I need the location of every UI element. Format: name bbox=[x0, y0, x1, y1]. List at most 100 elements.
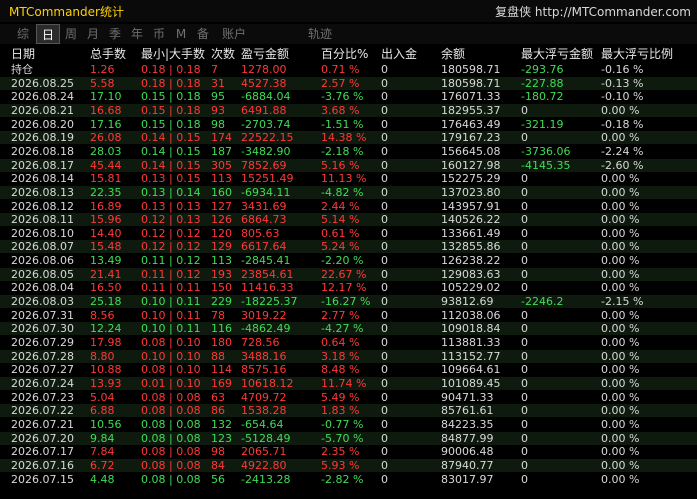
table-row[interactable]: 2026.08.12 16.89 0.13 | 0.13 127 3431.69 2.44… bbox=[0, 200, 697, 213]
tab-summary[interactable]: 综 bbox=[14, 24, 32, 44]
cell-float: 0 bbox=[521, 172, 528, 186]
tab-daily[interactable]: 日 bbox=[36, 24, 60, 44]
holding-row[interactable]: 持仓 1.26 0.18 | 0.18 7 1278.00 0.71 % 0 180598.7… bbox=[0, 63, 697, 76]
column-header[interactable]: 出入金 bbox=[381, 46, 417, 62]
table-row[interactable]: 2026.08.20 17.16 0.15 | 0.18 98 -2703.74 -1.5… bbox=[0, 118, 697, 131]
table-row[interactable]: 2026.08.13 22.35 0.13 | 0.14 160 -6934.11 -4.… bbox=[0, 185, 697, 199]
cell-lots: 12.24 bbox=[90, 322, 122, 336]
tab-account[interactable]: 账户 bbox=[218, 24, 250, 44]
cell-count: 187 bbox=[211, 144, 232, 158]
cell-dep: 0 bbox=[381, 281, 388, 295]
tab-yearly[interactable]: 年 bbox=[128, 24, 146, 44]
cell-lots: 16.50 bbox=[90, 281, 122, 295]
tab-quarterly[interactable]: 季 bbox=[106, 24, 124, 44]
cell-count: 98 bbox=[211, 445, 225, 459]
table-row[interactable]: 2026.08.21 16.68 0.15 | 0.18 93 6491.88 3.68 … bbox=[0, 103, 697, 117]
column-header[interactable]: 次数 bbox=[211, 46, 235, 62]
cell-minmax: 0.10 | 0.10 bbox=[141, 349, 201, 363]
cell-pct: 0.61 % bbox=[321, 226, 360, 240]
column-header[interactable]: 最大浮亏金额 bbox=[521, 46, 593, 62]
cell-dep: 0 bbox=[381, 349, 388, 363]
column-header[interactable]: 百分比% bbox=[321, 46, 368, 62]
cell-date: 2026.08.07 bbox=[11, 240, 74, 254]
cell-float: -180.72 bbox=[521, 90, 564, 104]
column-header[interactable]: 总手数 bbox=[90, 46, 126, 62]
table-row[interactable]: 2026.07.31 8.56 0.10 | 0.11 78 3019.22 2.77 %… bbox=[0, 309, 697, 322]
cell-float: 0 bbox=[521, 376, 528, 390]
cell-minmax: 0.15 | 0.18 bbox=[141, 90, 201, 104]
cell-lots: 17.16 bbox=[90, 117, 122, 131]
brand-link[interactable]: 复盘侠 http://MTCommander.com bbox=[495, 3, 691, 20]
cell-dep: 0 bbox=[381, 431, 388, 445]
cell-pct: 11.13 % bbox=[321, 172, 367, 186]
table-row[interactable]: 2026.08.18 28.03 0.14 | 0.15 187 -3482.90 -2.… bbox=[0, 145, 697, 158]
table-row[interactable]: 2026.08.14 15.81 0.13 | 0.15 113 15251.49 11.… bbox=[0, 172, 697, 185]
cell-pnl: -654.64 bbox=[241, 417, 284, 431]
table-row[interactable]: 2026.08.04 16.50 0.11 | 0.11 150 11416.33 12.… bbox=[0, 281, 697, 294]
cell-pct: -2.18 % bbox=[321, 144, 364, 158]
cell-float: 0 bbox=[521, 349, 528, 363]
cell-date: 2026.08.10 bbox=[11, 226, 74, 240]
cell-dep: 0 bbox=[381, 185, 388, 199]
table-row[interactable]: 2026.07.21 10.56 0.08 | 0.08 132 -654.64 -0.7… bbox=[0, 418, 697, 431]
cell-minmax: 0.15 | 0.18 bbox=[141, 103, 201, 117]
cell-pnl: -4862.49 bbox=[241, 322, 291, 336]
cell-float: 0 bbox=[521, 103, 528, 117]
table-row[interactable]: 2026.08.19 26.08 0.14 | 0.15 174 22522.15 14.… bbox=[0, 131, 697, 145]
table-row[interactable]: 2026.07.22 6.88 0.08 | 0.08 86 1538.28 1.83 %… bbox=[0, 404, 697, 418]
cell-floatpct: -0.10 % bbox=[601, 90, 644, 104]
cell-count: 98 bbox=[211, 117, 225, 131]
table-row[interactable]: 2026.07.24 13.93 0.01 | 0.10 169 10618.12 11.… bbox=[0, 376, 697, 390]
tab-weekly[interactable]: 周 bbox=[62, 24, 80, 44]
cell-bal: 113152.77 bbox=[441, 349, 501, 363]
table-row[interactable]: 2026.07.27 10.88 0.08 | 0.10 114 8575.16 8.48… bbox=[0, 363, 697, 376]
table-row[interactable]: 2026.08.03 25.18 0.10 | 0.11 229 -18225.37 -1… bbox=[0, 295, 697, 309]
table-row[interactable]: 2026.07.30 12.24 0.10 | 0.11 116 -4862.49 -4.… bbox=[0, 322, 697, 336]
table-row[interactable]: 2026.08.17 45.44 0.14 | 0.15 305 7852.69 5.16… bbox=[0, 158, 697, 172]
cell-bal: 140526.22 bbox=[441, 213, 501, 227]
table-row[interactable]: 2026.08.10 14.40 0.12 | 0.12 120 805.63 0.61 … bbox=[0, 227, 697, 240]
holding-cell-date: 持仓 bbox=[11, 63, 33, 76]
cell-dep: 0 bbox=[381, 458, 388, 472]
cell-minmax: 0.08 | 0.08 bbox=[141, 404, 201, 418]
cell-dep: 0 bbox=[381, 158, 388, 172]
column-header[interactable]: 日期 bbox=[11, 46, 35, 62]
cell-floatpct: 0.00 % bbox=[601, 103, 640, 117]
cell-pct: -5.70 % bbox=[321, 431, 364, 445]
column-header[interactable]: 最大浮亏比例 bbox=[601, 46, 673, 62]
table-row[interactable]: 2026.08.05 21.41 0.11 | 0.12 193 23854.61 22.… bbox=[0, 267, 697, 281]
tab-notes[interactable]: 备 bbox=[194, 24, 212, 44]
cell-count: 305 bbox=[211, 158, 232, 172]
cell-dep: 0 bbox=[381, 131, 388, 145]
column-header[interactable]: 余额 bbox=[441, 46, 465, 62]
cell-date: 2026.07.21 bbox=[11, 417, 74, 431]
tab-trajectory[interactable]: 轨迹 bbox=[304, 24, 336, 44]
tab-m[interactable]: M bbox=[172, 24, 190, 44]
table-row[interactable]: 2026.07.15 4.48 0.08 | 0.08 56 -2413.28 -2.82… bbox=[0, 473, 697, 486]
table-row[interactable]: 2026.07.29 17.98 0.08 | 0.10 180 728.56 0.64 … bbox=[0, 336, 697, 349]
cell-date: 2026.08.13 bbox=[11, 185, 74, 199]
column-header[interactable]: 最小|大手数 bbox=[141, 46, 205, 62]
table-row[interactable]: 2026.07.23 5.04 0.08 | 0.08 63 4709.72 5.49 %… bbox=[0, 391, 697, 404]
table-row[interactable]: 2026.08.07 15.48 0.12 | 0.12 129 6617.64 5.24… bbox=[0, 240, 697, 254]
cell-lots: 4.48 bbox=[90, 472, 115, 486]
table-row[interactable]: 2026.07.16 6.72 0.08 | 0.08 84 4922.80 5.93 %… bbox=[0, 458, 697, 472]
table-row[interactable]: 2026.07.28 8.80 0.10 | 0.10 88 3488.16 3.18 %… bbox=[0, 349, 697, 363]
cell-bal: 112038.06 bbox=[441, 308, 501, 322]
table-row[interactable]: 2026.07.17 7.84 0.08 | 0.08 98 2065.71 2.35 %… bbox=[0, 445, 697, 458]
table-row[interactable]: 2026.08.25 5.58 0.18 | 0.18 31 4527.38 2.57 %… bbox=[0, 76, 697, 90]
table-row[interactable]: 2026.08.06 13.49 0.11 | 0.12 113 -2845.41 -2.… bbox=[0, 254, 697, 267]
cell-count: 174 bbox=[211, 131, 232, 145]
cell-date: 2026.08.25 bbox=[11, 76, 74, 90]
column-header[interactable]: 盈亏金额 bbox=[241, 46, 289, 62]
cell-pnl: -5128.49 bbox=[241, 431, 291, 445]
cell-pnl: -6934.11 bbox=[241, 185, 291, 199]
cell-pnl: -2703.74 bbox=[241, 117, 291, 131]
table-row[interactable]: 2026.08.24 17.10 0.15 | 0.18 95 -6884.04 -3.7… bbox=[0, 90, 697, 103]
table-row[interactable]: 2026.07.20 9.84 0.08 | 0.08 123 -5128.49 -5.7… bbox=[0, 431, 697, 445]
tab-currency[interactable]: 币 bbox=[150, 24, 168, 44]
cell-count: 127 bbox=[211, 199, 232, 213]
cell-minmax: 0.11 | 0.12 bbox=[141, 267, 201, 281]
table-row[interactable]: 2026.08.11 15.96 0.12 | 0.13 126 6864.73 5.14… bbox=[0, 213, 697, 227]
tab-monthly[interactable]: 月 bbox=[84, 24, 102, 44]
